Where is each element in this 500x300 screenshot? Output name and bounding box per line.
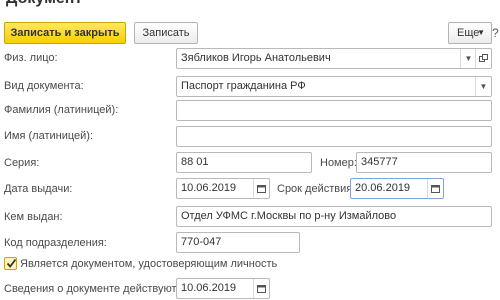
help-icon[interactable]: ? [492,23,500,43]
issued-by-label: Кем выдан: [4,211,63,223]
person-value: Зябликов Игорь Анатольевич [181,52,331,64]
series-input[interactable]: 88 01 [176,152,312,173]
identity-document-checkbox[interactable] [4,257,17,270]
name-latin-label: Имя (латиницей): [4,130,93,142]
calendar-icon[interactable] [427,179,443,198]
calendar-icon[interactable] [253,179,269,198]
expiry-date-label: Срок действия: [277,183,356,195]
expiry-date-value: 20.06.2019 [355,182,411,194]
chevron-down-icon[interactable]: ▼ [460,49,476,68]
page-title: Документ [6,0,82,8]
name-latin-input[interactable] [176,126,492,147]
number-label: Номер: [320,157,357,169]
check-icon [6,258,17,268]
issue-date-value: 10.06.2019 [181,182,237,194]
surname-latin-input[interactable] [176,100,492,121]
valid-from-label: Сведения о документе действуют с: [4,283,189,295]
issue-date-field[interactable]: 10.06.2019 [176,178,270,199]
chevron-down-icon: ▼ [477,28,485,37]
chevron-down-icon[interactable]: ▼ [475,77,491,96]
identity-document-label[interactable]: Является документом, удостоверяющим личн… [20,258,277,271]
surname-latin-label: Фамилия (латиницей): [4,104,119,116]
valid-from-field[interactable]: 10.06.2019 [176,278,270,299]
doc-type-label: Вид документа: [4,80,84,92]
more-label: Еще [457,27,480,39]
calendar-icon[interactable] [253,279,269,298]
series-label: Серия: [4,157,40,169]
number-input[interactable]: 345777 [356,152,492,173]
dept-code-input[interactable]: 770-047 [176,232,300,253]
doc-type-select[interactable]: Паспорт гражданина РФ ▼ [176,76,492,97]
person-field[interactable]: Зябликов Игорь Анатольевич ▼ [176,48,492,69]
issued-by-input[interactable]: Отдел УФМС г.Москвы по р-ну Измайлово [176,206,492,227]
expiry-date-field[interactable]: 20.06.2019 [350,178,444,199]
dept-code-label: Код подразделения: [4,237,107,249]
person-label: Физ. лицо: [4,52,58,64]
valid-from-value: 10.06.2019 [181,282,237,294]
doc-type-value: Паспорт гражданина РФ [181,80,306,92]
save-button[interactable]: Записать [134,22,198,44]
more-menu-button[interactable]: Еще ▼ [448,22,492,44]
save-and-close-button[interactable]: Записать и закрыть [4,22,126,44]
open-link-icon[interactable] [475,49,491,68]
issue-date-label: Дата выдачи: [4,183,73,195]
